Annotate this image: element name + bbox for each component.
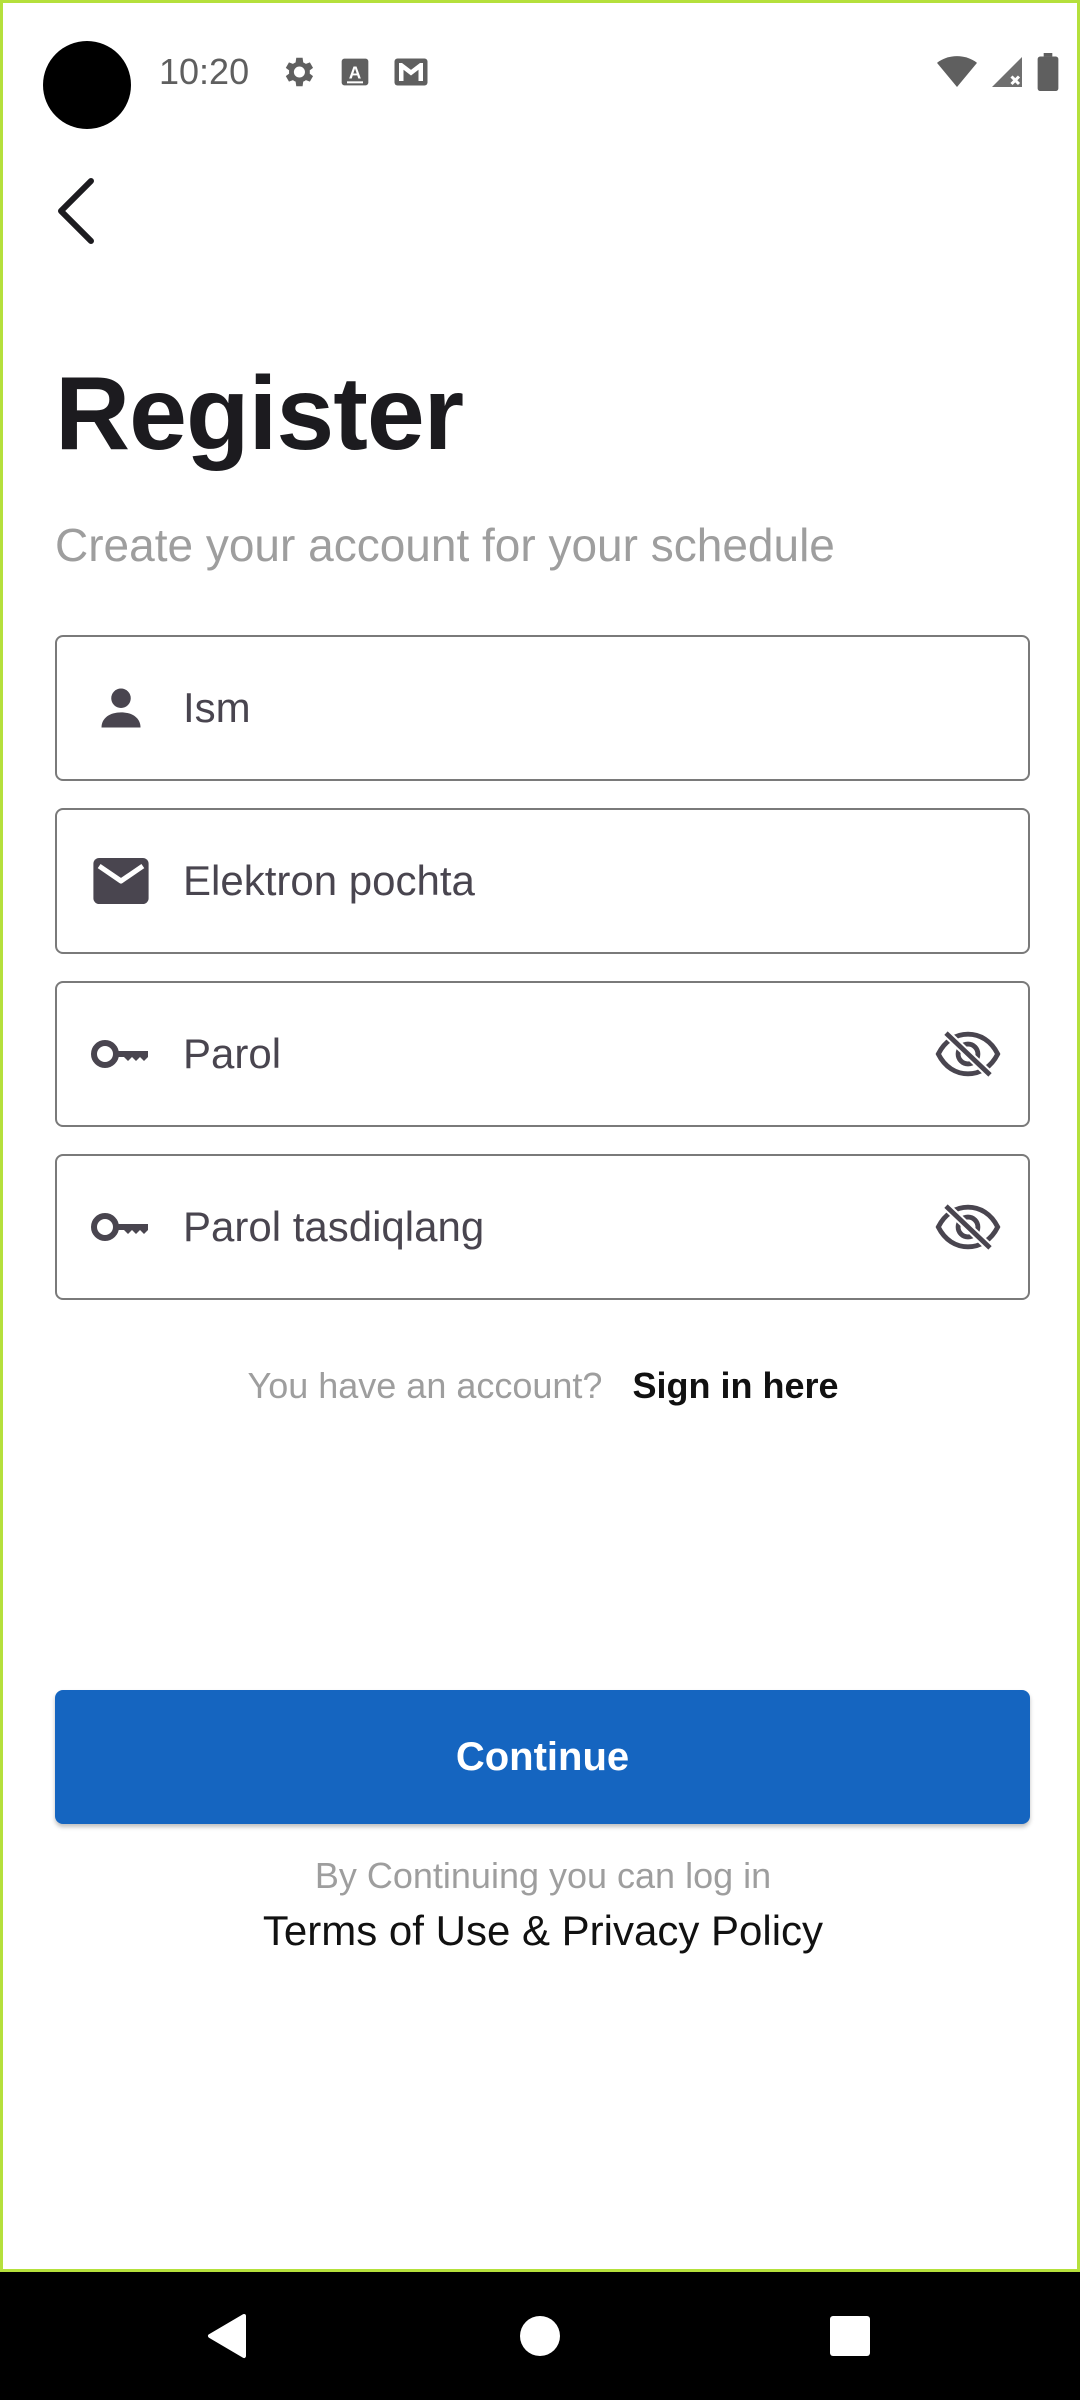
person-icon [85, 672, 157, 744]
app-screen: 10:20 A Register Create your account for… [0, 0, 1080, 2272]
page-subtitle: Create your account for your schedule [55, 519, 835, 571]
footer-note: By Continuing you can log in [314, 1855, 772, 1896]
visibility-off-icon[interactable] [932, 1191, 1004, 1263]
sign-in-link[interactable]: Sign in here [632, 1365, 838, 1406]
signal-icon [989, 54, 1025, 90]
status-notification-icons: A [279, 53, 429, 91]
nav-recents-icon[interactable] [830, 2316, 870, 2356]
status-time: 10:20 [159, 51, 250, 92]
battery-icon [1037, 53, 1059, 91]
confirm-password-input[interactable] [181, 1155, 932, 1299]
status-system-icons [937, 53, 1059, 91]
back-button[interactable] [47, 171, 111, 251]
key-icon [85, 1018, 157, 1090]
page-title: Register [55, 356, 464, 472]
settings-icon [279, 53, 317, 91]
signin-prompt: You have an account? [247, 1365, 603, 1406]
continue-button[interactable]: Continue [55, 1690, 1030, 1824]
nav-back-icon[interactable] [204, 2312, 248, 2365]
nav-home-icon[interactable] [520, 2316, 560, 2356]
key-icon [85, 1191, 157, 1263]
navigation-bar [0, 2272, 1080, 2400]
email-field[interactable] [55, 808, 1030, 954]
arrow-back-icon [58, 178, 94, 244]
text-a-icon: A [339, 56, 371, 88]
mail-icon [85, 845, 157, 917]
confirm-password-field[interactable] [55, 1154, 1030, 1300]
wifi-icon [937, 55, 977, 89]
signin-row: You have an account? Sign in here [3, 1365, 1080, 1407]
visibility-off-icon[interactable] [932, 1018, 1004, 1090]
svg-text:A: A [349, 63, 362, 83]
camera-cutout [43, 41, 131, 129]
password-input[interactable] [181, 982, 932, 1126]
name-field[interactable] [55, 635, 1030, 781]
password-field[interactable] [55, 981, 1030, 1127]
terms-privacy-link[interactable]: Terms of Use & Privacy Policy [3, 1907, 1080, 1955]
gmail-icon [393, 57, 429, 87]
name-input[interactable] [181, 636, 1028, 780]
email-input[interactable] [181, 809, 1028, 953]
